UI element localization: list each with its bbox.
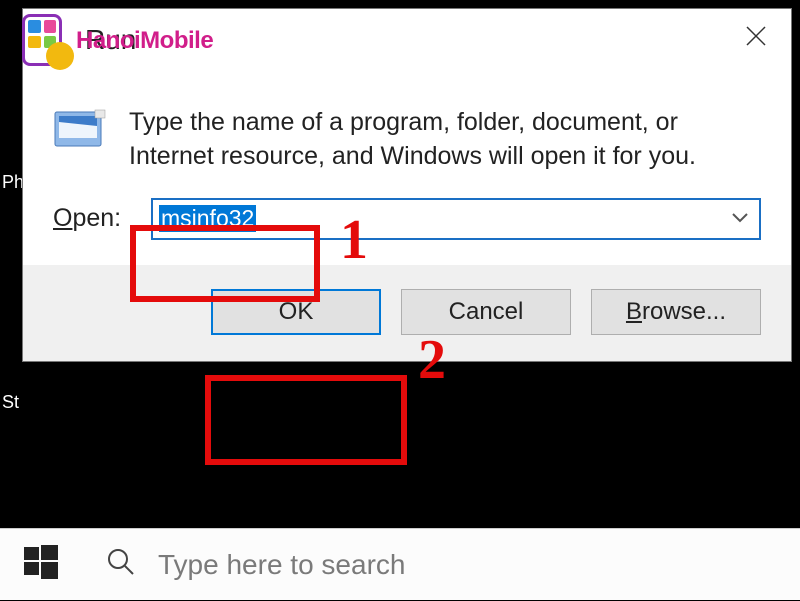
chevron-down-icon[interactable] bbox=[731, 210, 749, 228]
dialog-footer: OK Cancel Browse... bbox=[23, 265, 791, 361]
open-label: Open: bbox=[53, 204, 131, 233]
instruction-text: Type the name of a program, folder, docu… bbox=[129, 106, 761, 174]
search-placeholder: Type here to search bbox=[158, 549, 405, 581]
open-combobox[interactable]: msinfo32 bbox=[151, 198, 761, 240]
taskbar-search[interactable]: Type here to search bbox=[82, 529, 800, 601]
taskbar: Type here to search bbox=[0, 528, 800, 600]
run-program-icon bbox=[53, 108, 107, 150]
close-button[interactable] bbox=[721, 9, 791, 69]
search-icon bbox=[106, 547, 136, 582]
ok-button[interactable]: OK bbox=[211, 289, 381, 335]
start-button[interactable] bbox=[0, 529, 82, 601]
cancel-button[interactable]: Cancel bbox=[401, 289, 571, 335]
windows-logo-icon bbox=[24, 545, 58, 584]
watermark-logo: HanoiMobile bbox=[22, 14, 213, 68]
desktop-icon-fragment: St bbox=[0, 390, 21, 415]
open-input-value: msinfo32 bbox=[159, 205, 256, 232]
dialog-body: Type the name of a program, folder, docu… bbox=[23, 71, 791, 265]
close-icon bbox=[744, 22, 768, 56]
browse-button[interactable]: Browse... bbox=[591, 289, 761, 335]
